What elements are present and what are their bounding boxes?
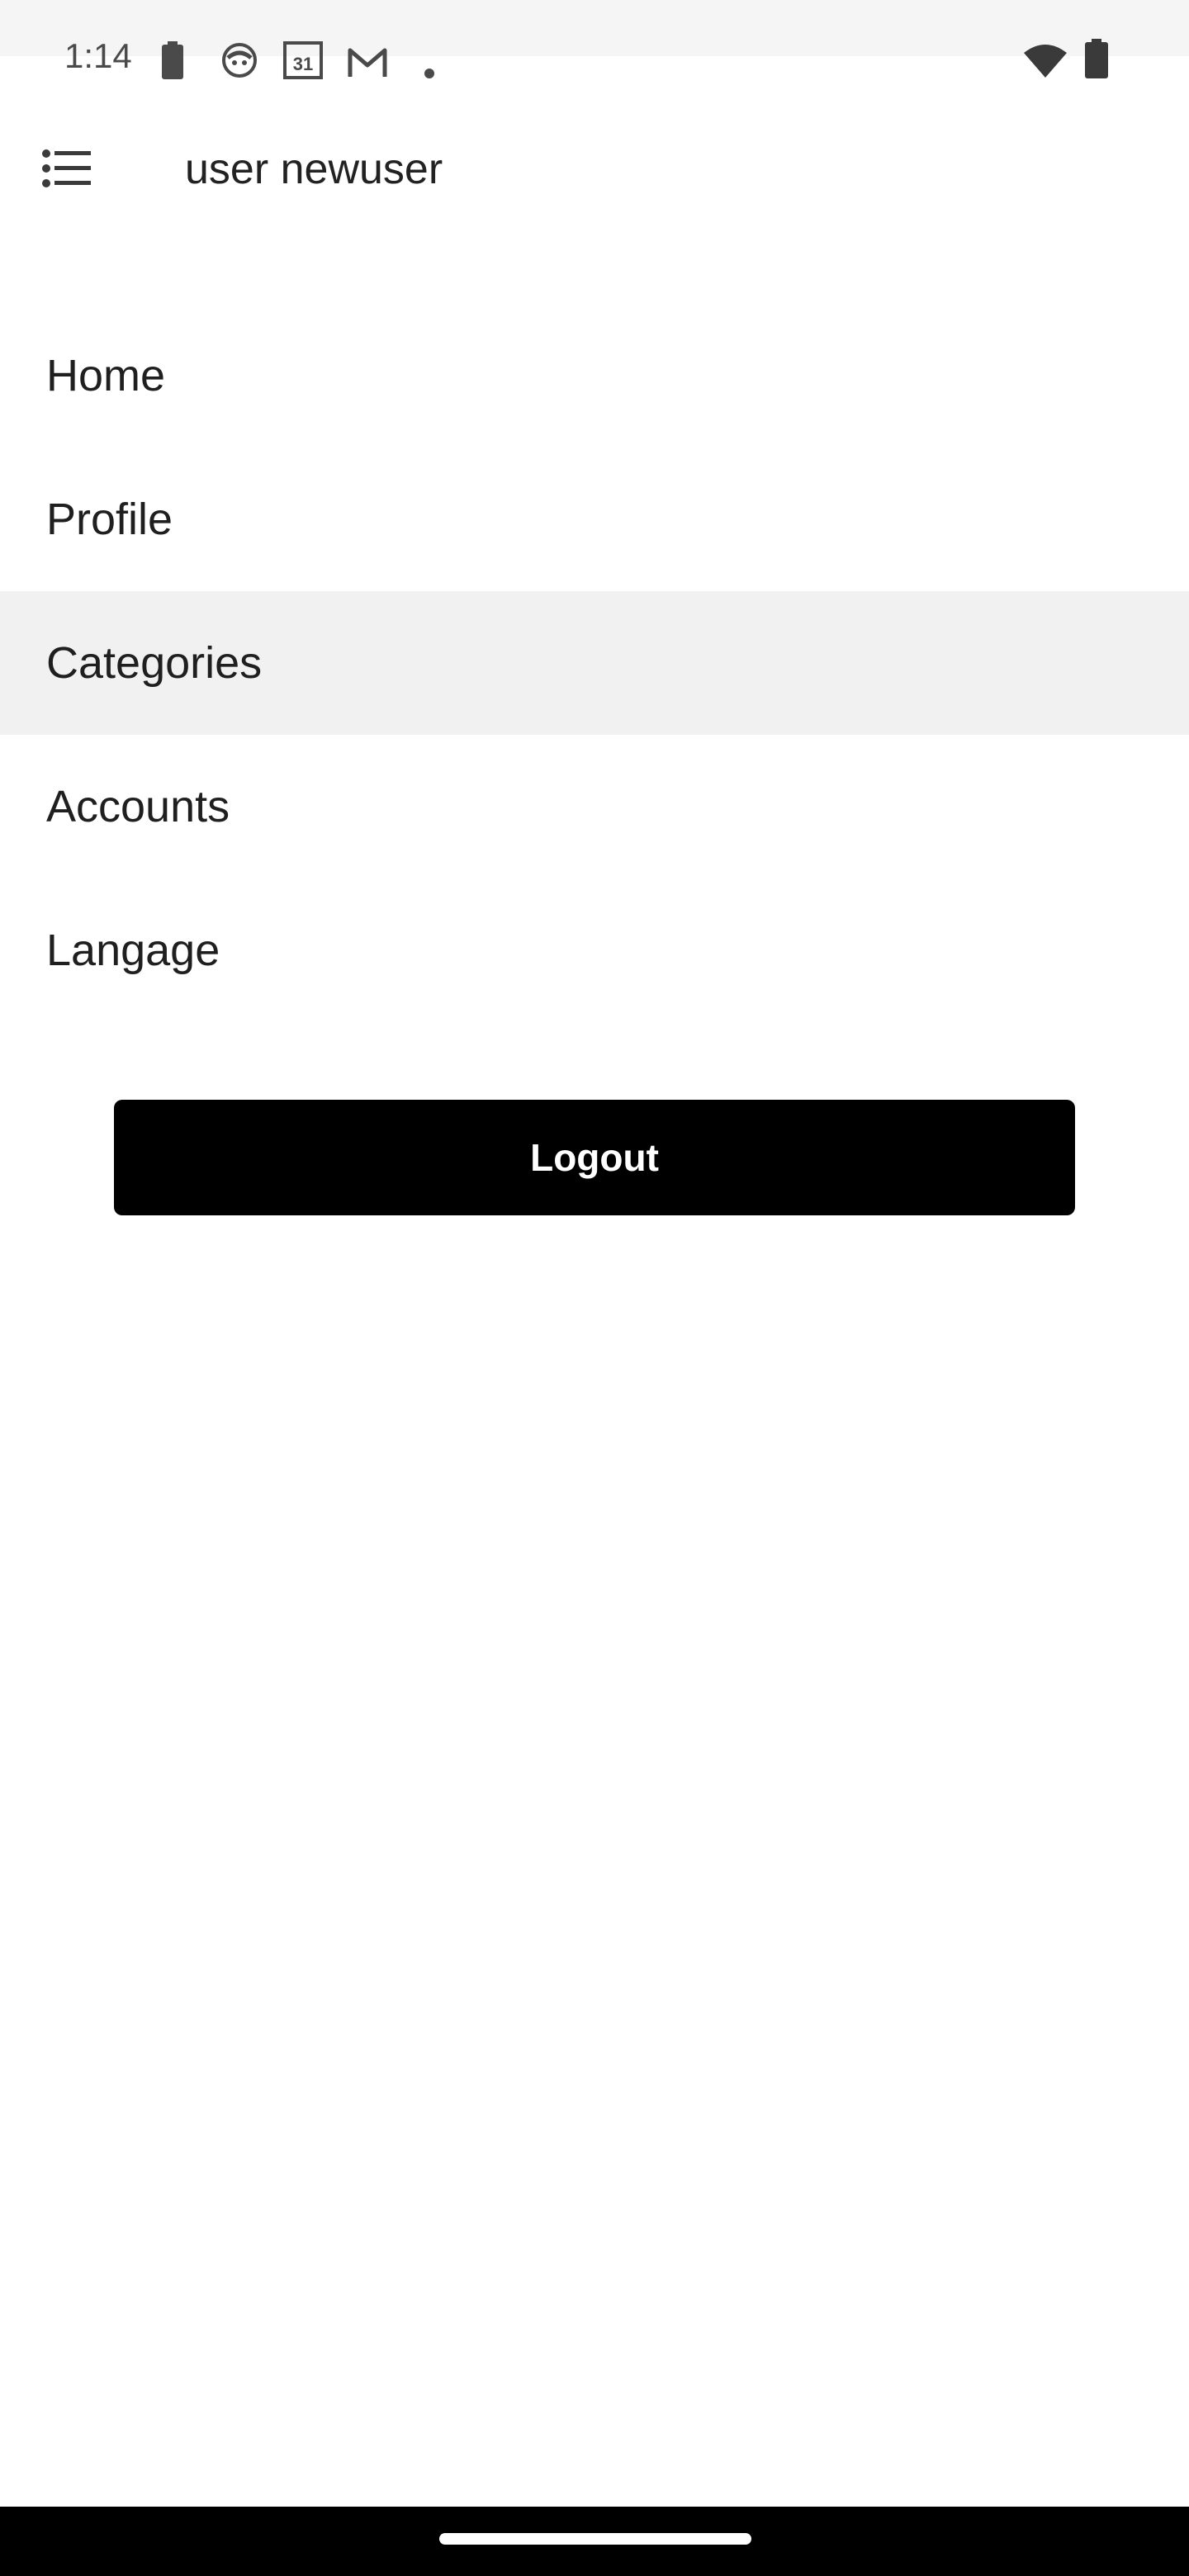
list-menu-icon[interactable] xyxy=(41,149,94,190)
menu-item-categories[interactable]: Categories xyxy=(0,591,1189,735)
menu-list: Home Profile Categories Accounts Langage xyxy=(0,304,1189,1022)
gmail-icon xyxy=(347,41,388,83)
wifi-icon xyxy=(1024,41,1067,83)
menu-item-language[interactable]: Langage xyxy=(0,878,1189,1022)
menu-item-label: Categories xyxy=(46,638,263,688)
notification-dot-icon xyxy=(423,53,436,94)
menu-item-label: Langage xyxy=(46,926,220,975)
battery-icon xyxy=(1085,38,1108,79)
menu-item-label: Home xyxy=(46,351,166,400)
cat-face-icon xyxy=(220,40,259,81)
calendar-day: 31 xyxy=(293,54,313,74)
logout-button[interactable]: Logout xyxy=(114,1100,1075,1215)
system-nav-bar xyxy=(0,2507,1189,2576)
home-gesture-handle[interactable] xyxy=(439,2533,751,2545)
menu-item-label: Accounts xyxy=(46,782,230,831)
menu-item-profile[interactable]: Profile xyxy=(0,447,1189,591)
menu-item-accounts[interactable]: Accounts xyxy=(0,735,1189,878)
calendar-icon: 31 xyxy=(282,40,324,81)
status-time: 1:14 xyxy=(64,36,132,75)
menu-item-label: Profile xyxy=(46,495,173,544)
page-title: user newuser xyxy=(185,145,443,193)
battery-saver-icon xyxy=(162,40,183,81)
menu-item-home[interactable]: Home xyxy=(0,304,1189,447)
status-bar: 1:14 31 xyxy=(0,0,1189,79)
app-bar: user newuser xyxy=(0,116,1189,223)
